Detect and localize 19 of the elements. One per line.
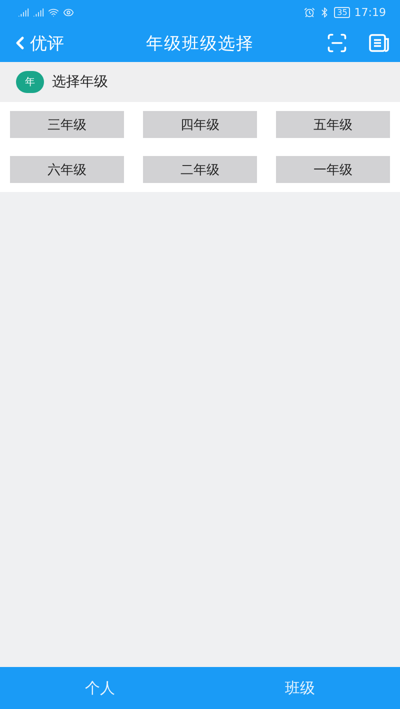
alarm-icon: [304, 6, 316, 18]
grade-button[interactable]: 一年级: [276, 156, 390, 183]
document-icon[interactable]: [368, 32, 390, 54]
status-time: 17:19: [354, 6, 386, 18]
page-title: 年级班级选择: [145, 32, 255, 54]
grade-badge: 年: [16, 71, 44, 93]
section-title: 选择年级: [52, 73, 108, 91]
wifi-icon: [48, 6, 59, 18]
signal-icon: [33, 6, 44, 18]
grade-button[interactable]: 五年级: [276, 111, 390, 138]
grade-button[interactable]: 二年级: [143, 156, 257, 183]
grade-button[interactable]: 四年级: [143, 111, 257, 138]
eye-icon: [63, 6, 74, 18]
grade-button[interactable]: 六年级: [10, 156, 124, 183]
signal-icon: [18, 6, 29, 18]
bluetooth-icon: [319, 6, 330, 18]
battery-level: 35: [334, 6, 350, 18]
grade-button[interactable]: 三年级: [10, 111, 124, 138]
scan-icon[interactable]: [326, 32, 348, 54]
